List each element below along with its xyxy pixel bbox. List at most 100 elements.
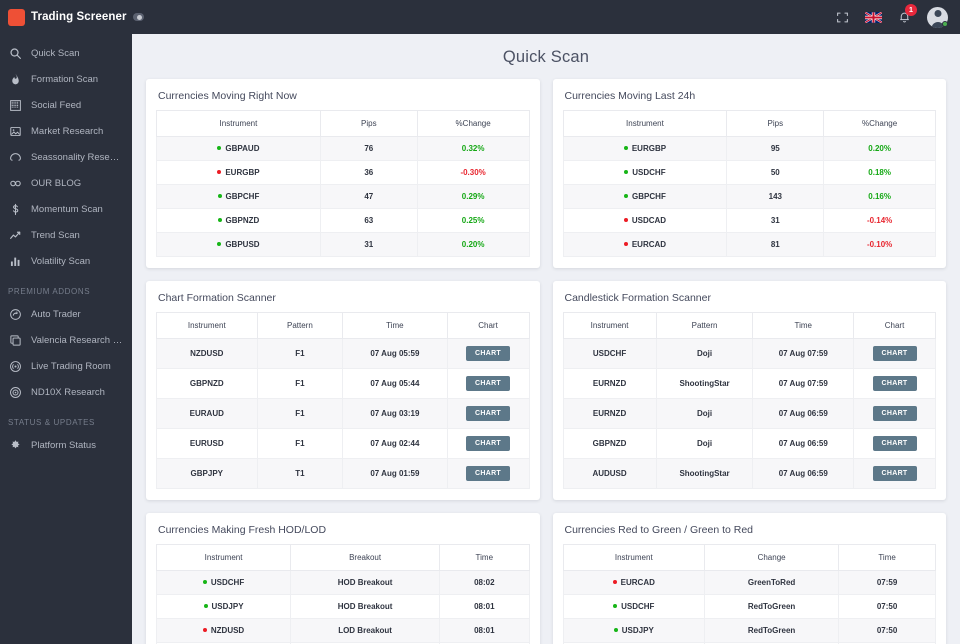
card-currencies-moving-last-24h: Currencies Moving Last 24h Instrument Pi… xyxy=(552,79,946,268)
cell-change: 0.16% xyxy=(823,184,936,209)
cell-change: GreenToRed xyxy=(704,570,840,595)
table-row[interactable]: GBPUSD 31 0.20% xyxy=(156,232,530,257)
table-row[interactable]: USDCHF HOD Breakout 08:02 xyxy=(155,570,530,595)
table-row[interactable]: AUDUSD ShootingStar 07 Aug 06:59 CHART xyxy=(562,458,936,489)
trend-line-icon xyxy=(8,228,22,242)
sidebar-item-quick-scan[interactable]: Quick Scan xyxy=(0,40,132,66)
column-header: Pattern xyxy=(256,312,344,339)
table-row[interactable]: EURAUD F1 07 Aug 03:19 CHART xyxy=(156,398,530,429)
chart-button[interactable]: CHART xyxy=(466,406,511,421)
column-header: Instrument xyxy=(156,110,321,137)
cell-change: 0.20% xyxy=(416,232,530,257)
sidebar-item-volatility-scan[interactable]: Volatility Scan xyxy=(0,248,132,274)
table-row[interactable]: USDJPY RedToGreen 07:50 xyxy=(562,618,936,643)
dashboard-grid: Currencies Moving Right Now Instrument P… xyxy=(146,79,946,644)
table-row[interactable]: USDCHF Doji 07 Aug 07:59 CHART xyxy=(562,338,936,369)
chart-button[interactable]: CHART xyxy=(466,376,511,391)
chart-button[interactable]: CHART xyxy=(466,346,511,361)
table-row[interactable]: GBPJPY T1 07 Aug 01:59 CHART xyxy=(156,458,530,489)
sidebar-item-market-research[interactable]: Market Research xyxy=(0,118,132,144)
table-row[interactable]: USDCAD 31 -0.14% xyxy=(562,208,936,233)
chart-button[interactable]: CHART xyxy=(466,436,511,451)
cell-pips: 31 xyxy=(726,208,825,233)
table-row[interactable]: EURNZD ShootingStar 07 Aug 07:59 CHART xyxy=(562,368,936,399)
cell-pips: 76 xyxy=(319,136,418,161)
sidebar-item-live-trading-room[interactable]: Live Trading Room xyxy=(0,353,132,379)
cell-instrument: GBPNZD xyxy=(156,368,258,399)
fullscreen-icon[interactable] xyxy=(836,11,849,24)
sidebar-item-social-feed[interactable]: Social Feed xyxy=(0,92,132,118)
sidebar-item-platform-status[interactable]: Platform Status xyxy=(0,432,132,458)
sidebar-item-our-blog[interactable]: OUR BLOG xyxy=(0,170,132,196)
table-row[interactable]: GBPAUD 76 0.32% xyxy=(156,136,530,161)
chart-button[interactable]: CHART xyxy=(872,436,917,451)
table-header-row: Instrument Change Time xyxy=(562,544,936,571)
table-row[interactable]: GBPCHF 47 0.29% xyxy=(156,184,530,209)
column-header: Time xyxy=(342,312,448,339)
sidebar-item-label: Live Trading Room xyxy=(31,360,111,372)
cell-pattern: ShootingStar xyxy=(655,368,754,399)
power-toggle-icon[interactable] xyxy=(132,13,144,21)
brand-logo-area[interactable]: Trading Screener xyxy=(0,0,144,34)
direction-dot-down xyxy=(612,579,617,584)
main-area: 1 Quick Scan Currencies Moving Right Now… xyxy=(132,0,960,644)
cell-pips: 50 xyxy=(726,160,825,185)
notifications-button[interactable]: 1 xyxy=(898,4,917,24)
card-currencies-moving-right-now: Currencies Moving Right Now Instrument P… xyxy=(146,79,540,268)
sidebar-item-trend-scan[interactable]: Trend Scan xyxy=(0,222,132,248)
card-currencies-red-green: Currencies Red to Green / Green to Red I… xyxy=(552,513,946,644)
table-row[interactable]: USDCHF 50 0.18% xyxy=(562,160,936,185)
table-row[interactable]: EURGBP 36 -0.30% xyxy=(156,160,530,185)
cell-chart: CHART xyxy=(853,458,936,489)
cell-pattern: F1 xyxy=(256,368,344,399)
dollar-icon xyxy=(8,202,22,216)
table-row[interactable]: GBPNZD Doji 07 Aug 06:59 CHART xyxy=(562,428,936,459)
table-row[interactable]: EURCAD GreenToRed 07:59 xyxy=(562,570,936,595)
cell-instrument: USDJPY xyxy=(155,594,292,619)
bar-chart-icon xyxy=(8,254,22,268)
page-content: Quick Scan Currencies Moving Right Now I… xyxy=(132,34,960,644)
table-row[interactable]: GBPNZD F1 07 Aug 05:44 CHART xyxy=(156,368,530,399)
chart-button[interactable]: CHART xyxy=(872,346,917,361)
column-header: Pips xyxy=(726,110,825,137)
chart-button[interactable]: CHART xyxy=(872,466,917,481)
chart-button[interactable]: CHART xyxy=(872,406,917,421)
cell-instrument: EURUSD xyxy=(156,428,258,459)
table-row[interactable]: EURGBP 95 0.20% xyxy=(562,136,936,161)
puzzle-icon xyxy=(8,438,22,452)
cell-pips: 47 xyxy=(319,184,418,209)
sidebar-item-label: Auto Trader xyxy=(31,308,81,320)
column-header: Chart xyxy=(853,312,936,339)
card-title: Currencies Red to Green / Green to Red xyxy=(564,524,754,536)
table-row[interactable]: NZDUSD F1 07 Aug 05:59 CHART xyxy=(156,338,530,369)
table-row[interactable]: NZDUSD LOD Breakout 08:01 xyxy=(155,618,530,643)
cell-instrument: EURNZD xyxy=(562,398,657,429)
cell-pips: 143 xyxy=(726,184,825,209)
table-row[interactable]: EURNZD Doji 07 Aug 06:59 CHART xyxy=(562,398,936,429)
sidebar-item-valencia-research-group[interactable]: Valencia Research Group... xyxy=(0,327,132,353)
english-flag-icon[interactable] xyxy=(865,11,882,23)
direction-dot-up xyxy=(217,145,222,150)
table-row[interactable]: GBPCHF 143 0.16% xyxy=(562,184,936,209)
table-row[interactable]: GBPNZD 63 0.25% xyxy=(156,208,530,233)
table-row[interactable]: EURUSD F1 07 Aug 02:44 CHART xyxy=(156,428,530,459)
avatar[interactable] xyxy=(927,6,948,28)
chart-button[interactable]: CHART xyxy=(872,376,917,391)
table-chart-formation: Instrument Pattern Time Chart NZDUSD F1 07… xyxy=(156,312,530,489)
table-row[interactable]: USDJPY HOD Breakout 08:01 xyxy=(155,594,530,619)
table-row[interactable]: USDCHF RedToGreen 07:50 xyxy=(562,594,936,619)
cell-chart: CHART xyxy=(853,398,936,429)
card-title: Currencies Making Fresh HOD/LOD xyxy=(158,524,327,536)
sidebar-item-seassonality-research[interactable]: Seassonality Research xyxy=(0,144,132,170)
sidebar-item-auto-trader[interactable]: Auto Trader xyxy=(0,301,132,327)
sidebar-item-momentum-scan[interactable]: Momentum Scan xyxy=(0,196,132,222)
cell-pattern: F1 xyxy=(256,338,344,369)
sidebar-item-formation-scan[interactable]: Formation Scan xyxy=(0,66,132,92)
table-row[interactable]: EURCAD 81 -0.10% xyxy=(562,232,936,257)
column-header: Instrument xyxy=(562,312,657,339)
cell-breakout: HOD Breakout xyxy=(290,570,441,595)
chart-button[interactable]: CHART xyxy=(466,466,511,481)
card-title: Currencies Moving Last 24h xyxy=(564,90,696,102)
sidebar-item-nd10x-research[interactable]: ND10X Research xyxy=(0,379,132,405)
direction-dot-up xyxy=(217,241,222,246)
